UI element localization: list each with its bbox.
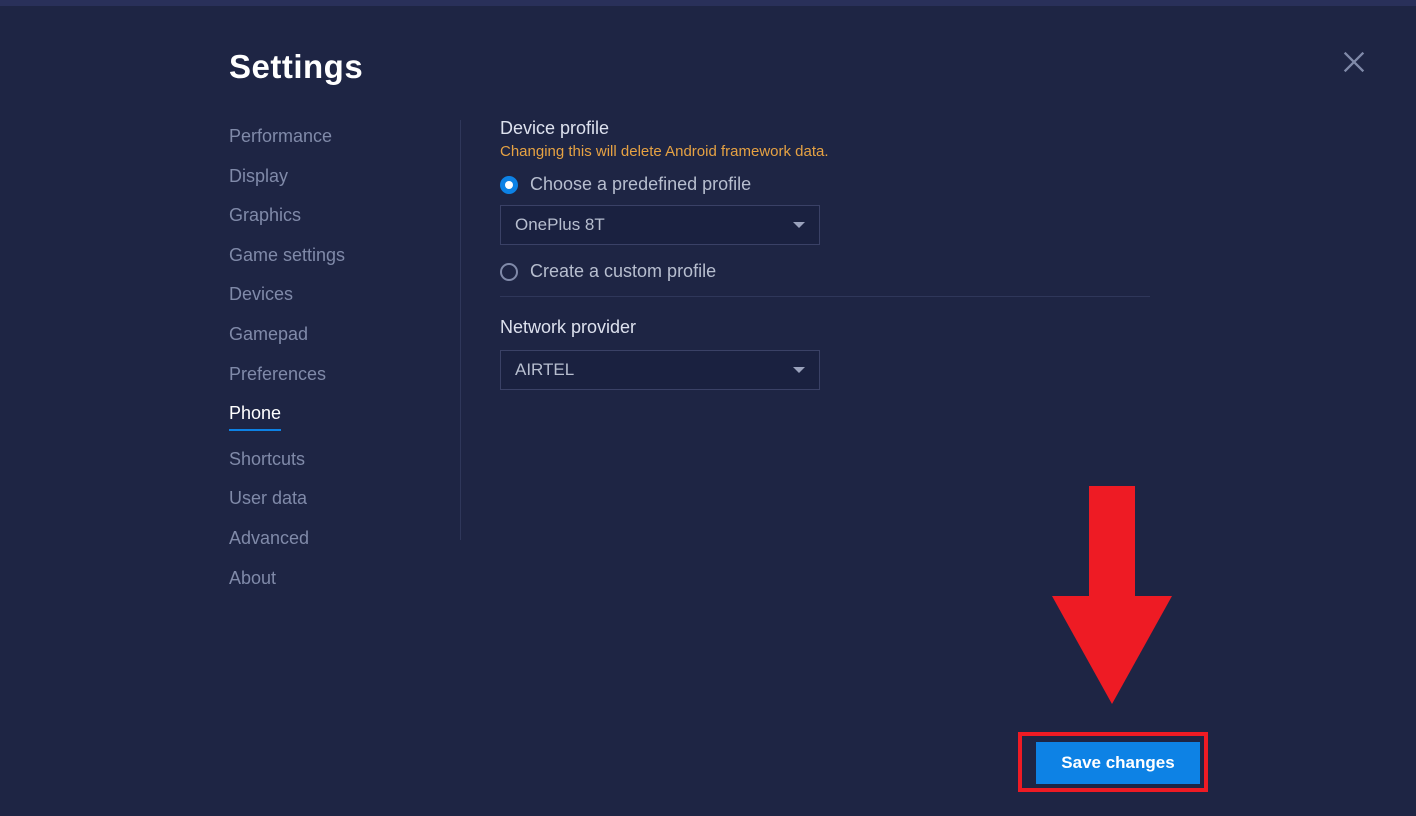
radio-unchecked-icon	[500, 263, 518, 281]
chevron-down-icon	[793, 367, 805, 373]
radio-checked-icon	[500, 176, 518, 194]
sidebar-item-label: About	[229, 568, 276, 588]
sidebar-item-display[interactable]: Display	[229, 166, 288, 188]
sidebar-item-gamepad[interactable]: Gamepad	[229, 324, 308, 346]
close-icon	[1340, 48, 1368, 76]
radio-predefined-profile[interactable]: Choose a predefined profile	[500, 174, 1160, 195]
sidebar-item-preferences[interactable]: Preferences	[229, 364, 326, 386]
settings-content: Device profile Changing this will delete…	[500, 118, 1160, 406]
sidebar-item-performance[interactable]: Performance	[229, 126, 332, 148]
network-provider-select[interactable]: AIRTEL	[500, 350, 820, 390]
sidebar-item-game-settings[interactable]: Game settings	[229, 245, 345, 267]
sidebar-item-label: Shortcuts	[229, 449, 305, 469]
sidebar-item-label: Performance	[229, 126, 332, 146]
sidebar-item-label: Game settings	[229, 245, 345, 265]
sidebar-item-about[interactable]: About	[229, 568, 276, 590]
sidebar-item-label: Gamepad	[229, 324, 308, 344]
sidebar-item-label: Devices	[229, 284, 293, 304]
device-profile-warning: Changing this will delete Android framew…	[500, 143, 1160, 160]
radio-label: Choose a predefined profile	[530, 174, 751, 195]
top-strip	[0, 0, 1416, 6]
radio-custom-profile[interactable]: Create a custom profile	[500, 261, 1160, 282]
sidebar-item-label: Advanced	[229, 528, 309, 548]
button-label: Save changes	[1061, 753, 1174, 773]
sidebar-item-phone[interactable]: Phone	[229, 403, 281, 431]
settings-dialog: Settings Performance Display Graphics Ga…	[0, 0, 1416, 816]
close-button[interactable]	[1340, 48, 1368, 76]
dialog-footer: Save changes	[1036, 742, 1200, 784]
device-profile-title: Device profile	[500, 118, 1160, 139]
arrow-down-icon	[1052, 486, 1172, 706]
save-changes-button[interactable]: Save changes	[1036, 742, 1200, 784]
predefined-profile-select[interactable]: OnePlus 8T	[500, 205, 820, 245]
sidebar-item-devices[interactable]: Devices	[229, 284, 293, 306]
page-title: Settings	[229, 48, 363, 86]
sidebar-item-label: Preferences	[229, 364, 326, 384]
sidebar-divider	[460, 120, 461, 540]
sidebar-item-graphics[interactable]: Graphics	[229, 205, 301, 227]
chevron-down-icon	[793, 222, 805, 228]
sidebar-item-label: User data	[229, 488, 307, 508]
select-value: AIRTEL	[515, 360, 574, 380]
sidebar-item-shortcuts[interactable]: Shortcuts	[229, 449, 305, 471]
sidebar-item-advanced[interactable]: Advanced	[229, 528, 309, 550]
sidebar-item-label: Display	[229, 166, 288, 186]
settings-sidebar: Performance Display Graphics Game settin…	[229, 126, 429, 607]
annotation-arrow	[1052, 486, 1172, 706]
section-divider	[500, 296, 1150, 297]
select-value: OnePlus 8T	[515, 215, 605, 235]
radio-label: Create a custom profile	[530, 261, 716, 282]
network-provider-title: Network provider	[500, 317, 1160, 338]
sidebar-item-user-data[interactable]: User data	[229, 488, 307, 510]
sidebar-item-label: Phone	[229, 403, 281, 423]
sidebar-item-label: Graphics	[229, 205, 301, 225]
